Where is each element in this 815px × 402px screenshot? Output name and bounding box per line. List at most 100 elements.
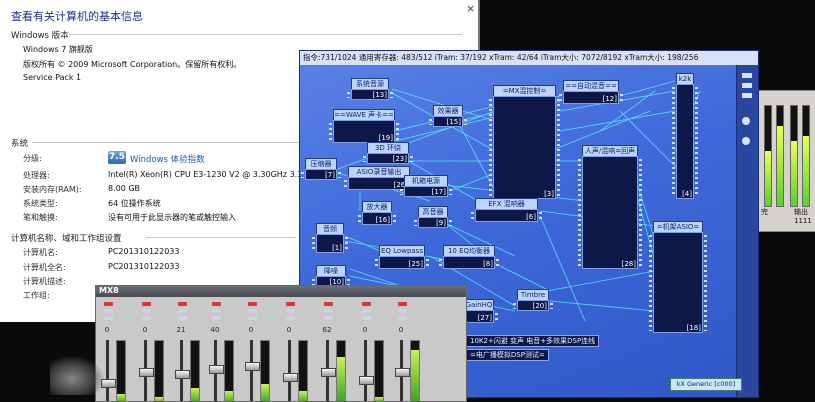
dsp-block[interactable]: 10 EQ均衡器[8] [443,245,495,269]
level-meter [802,105,810,207]
dsp-block[interactable]: 压缩器[7] [305,158,337,180]
dsp-block[interactable]: GainHQ[27] [464,299,494,323]
menu-icon[interactable] [742,83,752,88]
dsp-status-bar: 指令:731/1024 通用寄存器: 483/512 iTram: 37/192… [300,51,758,66]
channel-meter [260,340,270,402]
full-name-value: PC201310122033 [108,262,180,271]
level-meter [764,105,772,207]
fader-knob[interactable] [395,368,410,377]
fader-knob[interactable] [283,373,298,382]
channel-button[interactable] [104,309,113,313]
menu-icon[interactable] [742,93,752,98]
pen-touch-value: 没有可用于此显示器的笔或触控输入 [108,212,236,223]
channel-button[interactable] [104,302,113,306]
dsp-block[interactable]: ASIO录音输出[26] [348,166,410,190]
dsp-block[interactable]: Timbre[20] [517,289,549,311]
fader-track[interactable] [250,340,253,402]
copyright-text: 版权所有 © 2009 Microsoft Corporation。保留所有权利… [23,59,241,70]
dsp-block[interactable]: 人声/混响=回声[28] [582,145,638,269]
computer-name-section: 计算机名称、域和工作组设置 [11,232,122,244]
meter-level [375,397,383,402]
service-pack-value: Service Pack 1 [23,73,81,82]
channel-button[interactable] [324,309,333,313]
system-type-value: 64 位操作系统 [108,198,161,209]
mixer-titlebar[interactable]: MX8 [96,286,466,297]
mixer-window[interactable]: MX8 002140006200 [95,285,467,402]
fader-knob[interactable] [139,368,154,377]
channel-button[interactable] [362,316,371,320]
dsp-block[interactable]: EFX 混响器[6] [475,198,538,222]
channel-button[interactable] [142,309,151,313]
channel-button[interactable] [142,316,151,320]
channel-button[interactable] [398,302,407,306]
channel-button[interactable] [362,309,371,313]
channel-button[interactable] [178,302,187,306]
dsp-block[interactable]: 系统音源[13] [351,78,389,100]
meter-label: 1111 [794,217,812,225]
mixer-channel-strip: 0 [138,298,164,401]
channel-button[interactable] [362,302,371,306]
close-icon[interactable]: × [466,2,475,15]
channel-meter [190,340,200,402]
meter-level [117,394,125,402]
channel-button[interactable] [178,309,187,313]
fader-knob[interactable] [209,365,224,374]
channel-button[interactable] [142,302,151,306]
channel-button[interactable] [104,316,113,320]
tool-icon[interactable] [742,137,750,145]
menu-icon[interactable] [742,73,752,78]
dsp-block[interactable]: k2k[4] [676,73,694,199]
channel-value: 40 [208,326,222,334]
fader-knob[interactable] [321,368,336,377]
edition-value: Windows 7 旗舰版 [23,44,93,55]
ram-value: 8.00 GB [108,184,140,193]
dsp-block[interactable]: 机箱电源[17] [404,175,448,197]
channel-button[interactable] [286,316,295,320]
preset-label[interactable]: 10K2+闪避 变声 电音+多效果DSP连线 [466,335,599,347]
device-label: kX Generic [c000] [670,378,742,391]
meter-level [299,391,307,402]
channel-button[interactable] [248,309,257,313]
dsp-block[interactable]: 音频[1] [316,223,344,253]
fader-track[interactable] [288,340,291,402]
fader-knob[interactable] [359,376,374,385]
channel-button[interactable] [248,302,257,306]
channel-button[interactable] [324,302,333,306]
channel-button[interactable] [212,309,221,313]
channel-button[interactable] [286,302,295,306]
dsp-block[interactable]: =MX混控制=[3] [493,85,556,199]
channel-button[interactable] [324,316,333,320]
dsp-block[interactable]: ==WAVE 声卡==[19] [333,109,395,143]
channel-button[interactable] [286,309,295,313]
divider [146,237,296,238]
channel-button[interactable] [398,309,407,313]
fader-knob[interactable] [245,362,260,371]
dsp-block[interactable]: 放大器[16] [362,201,392,225]
dsp-block[interactable]: ==自动混音==[12] [563,80,619,104]
mixer-channel-strip: 0 [244,298,270,401]
meter-fill [791,141,797,206]
channel-button[interactable] [248,316,257,320]
dsp-block[interactable]: EQ Lowpass[25] [379,245,425,269]
dsp-block[interactable]: 高音器[9] [418,206,448,228]
fader-knob[interactable] [175,370,190,379]
channel-button[interactable] [178,316,187,320]
system-type-label: 系统类型: [23,198,58,209]
channel-meter [116,340,126,402]
dsp-block[interactable]: 降噪[10] [316,265,346,287]
dsp-block[interactable]: =机架ASIO=[18] [653,221,703,333]
meter-fill [803,136,809,206]
channel-button[interactable] [398,316,407,320]
fader-track[interactable] [106,340,109,402]
dsp-block[interactable]: 效果器[15] [433,105,463,127]
channel-value: 0 [244,326,258,334]
preset-label[interactable]: =电广播模拟DSP测试= [466,349,549,361]
channel-button[interactable] [212,302,221,306]
channel-button[interactable] [212,316,221,320]
computer-name-value: PC201310122033 [108,247,180,256]
tool-icon[interactable] [742,117,750,125]
dsp-block[interactable]: 3D 环绕[23] [367,142,409,164]
meter-level [411,350,419,402]
experience-index-link[interactable]: Windows 体验指数 [130,153,205,165]
fader-track[interactable] [364,340,367,402]
